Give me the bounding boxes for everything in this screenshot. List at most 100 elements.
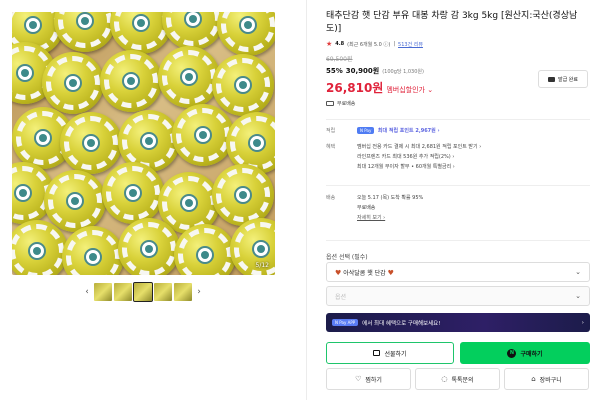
- unit-price: (100g당 1,030원): [382, 69, 424, 75]
- persimmon: [102, 162, 164, 224]
- divider: [326, 185, 590, 186]
- gift-icon: [373, 350, 381, 356]
- thumbnail-4[interactable]: [154, 283, 172, 301]
- fruit-sticker: [252, 240, 270, 258]
- option-select-2[interactable]: 옵션 ⌄: [326, 286, 590, 306]
- fruit-sticker: [66, 192, 84, 210]
- chevron-down-icon: ⌄: [575, 292, 581, 300]
- banner-text: 에서 최대 혜택으로 구매해보세요!: [362, 320, 441, 327]
- buy-button-label: 구매하기: [520, 350, 543, 358]
- discount-rate: 55%: [326, 67, 343, 75]
- fruit-sticker: [180, 194, 198, 212]
- fruit-sticker: [64, 74, 82, 92]
- fruit-sticker: [122, 72, 140, 90]
- thumbnail-strip: ‹ ›: [82, 282, 204, 302]
- member-price: 26,810원: [326, 81, 384, 95]
- persimmon: [42, 52, 104, 114]
- option-selected-text: 아삭달콤 햇 단감: [343, 269, 386, 277]
- benefit-line-3[interactable]: 최대 12개월 무이자 할부 • 60개월 특별금리 ›: [357, 162, 590, 172]
- original-price: 69,500원: [326, 56, 353, 63]
- product-main-image[interactable]: 5/12: [12, 12, 275, 275]
- rating-score: 4.8: [335, 41, 345, 47]
- fruit-sticker: [34, 129, 52, 147]
- fruit-sticker: [28, 242, 46, 260]
- gift-button[interactable]: 선물하기: [326, 342, 454, 364]
- talk-button-label: 톡톡문의: [451, 376, 474, 384]
- star-icon: ★: [326, 40, 333, 48]
- gift-button-label: 선물하기: [384, 350, 407, 358]
- thumbnail-5[interactable]: [174, 283, 192, 301]
- heart-icon: ♥: [387, 268, 394, 277]
- talk-inquiry-button[interactable]: ◌ 톡톡문의: [415, 368, 500, 390]
- sale-price: 30,900원: [345, 67, 380, 75]
- member-price-label[interactable]: 멤버십할인가 ⌄: [386, 85, 433, 95]
- point-row: 적립 N Pay 최대 적립 포인트 2,967원 ›: [326, 126, 590, 136]
- option-placeholder: 옵션: [335, 293, 347, 301]
- thumbnail-2[interactable]: [114, 283, 132, 301]
- fruit-sticker: [24, 16, 42, 34]
- max-point-link[interactable]: 최대 적립 포인트 2,967원 ›: [378, 128, 440, 134]
- delivery-row: 배송 오늘 5.17 (목) 도착 확률 95% 무료배송 자세히 보기 ›: [326, 193, 590, 223]
- heart-outline-icon: ♡: [355, 375, 362, 383]
- persimmon: [212, 164, 274, 226]
- rating-row: ★ 4.8 (최근 6개월 5.0 ⓘ) | 513건 리뷰: [326, 40, 590, 48]
- fruit-sticker: [124, 184, 142, 202]
- divider: [326, 119, 590, 120]
- chevron-right-icon[interactable]: ›: [194, 287, 204, 297]
- persimmon: [158, 46, 220, 108]
- option-select-1[interactable]: ♥ 아삭달콤 햇 단감 ♥ ⌄: [326, 262, 590, 282]
- fruit-sticker: [180, 68, 198, 86]
- persimmon: [172, 104, 234, 166]
- product-title: 태추단감 햇 단감 부유 대봉 차랑 감 3kg 5kg [원산지:국산(경상남…: [326, 11, 578, 34]
- chevron-left-icon[interactable]: ‹: [82, 287, 92, 297]
- fruit-sticker: [234, 186, 252, 204]
- truck-icon: [326, 101, 334, 106]
- persimmon: [118, 218, 180, 275]
- persimmon: [100, 50, 162, 112]
- column-divider: [306, 0, 307, 400]
- fruit-sticker: [14, 184, 32, 202]
- divider: [326, 240, 590, 241]
- delivery-line-2: 무료배송: [357, 205, 376, 211]
- review-count-link[interactable]: 513건 리뷰: [398, 41, 423, 48]
- wish-button[interactable]: ♡ 찜하기: [326, 368, 411, 390]
- image-counter: 5/12: [255, 262, 269, 269]
- coupon-button-label: 발급 완료: [558, 76, 578, 83]
- fruit-sticker: [196, 246, 214, 264]
- persimmon: [212, 54, 274, 116]
- fruit-sticker: [76, 12, 94, 30]
- heart-icon: ♥: [335, 268, 342, 277]
- thumbnail-1[interactable]: [94, 283, 112, 301]
- coupon-button[interactable]: 발급 완료: [538, 70, 588, 88]
- npay-app-badge: N Pay APP: [332, 319, 359, 326]
- fruit-sticker: [239, 16, 257, 34]
- chat-icon: ◌: [441, 375, 448, 383]
- chevron-down-icon: ⌄: [575, 268, 581, 276]
- rating-detail: (최근 6개월 5.0 ⓘ): [347, 41, 391, 48]
- point-label: 적립: [326, 128, 336, 134]
- npay-badge: N Pay: [357, 127, 375, 134]
- cart-button-label: 장바구니: [539, 376, 562, 384]
- benefit-row: 혜택 멤버십 전용 카드 결제 시 최대 2,681원 적립 포인트 받기 › …: [326, 142, 590, 172]
- thumbnail-3[interactable]: [133, 282, 153, 302]
- wish-button-label: 찜하기: [365, 376, 382, 384]
- benefit-label: 혜택: [326, 144, 336, 150]
- benefit-line-2[interactable]: 라인프렌즈 카드 최대 536원 추가 적립(2%) ›: [357, 152, 590, 162]
- coupon-icon: [548, 76, 555, 82]
- delivery-detail-link[interactable]: 자세히 보기 ›: [357, 213, 590, 223]
- cart-button[interactable]: ⌂ 장바구니: [504, 368, 589, 390]
- fruit-sticker: [194, 126, 212, 144]
- product-info: 태추단감 햇 단감 부유 대봉 차랑 감 3kg 5kg [원산지:국산(경상남…: [326, 10, 590, 107]
- option-label: 옵션 선택 (필수): [326, 254, 368, 261]
- delivery-line-1: 오늘 5.17 (목) 도착 확률 95%: [357, 195, 424, 201]
- benefit-line-1[interactable]: 멤버십 전용 카드 결제 시 최대 2,681원 적립 포인트 받기 ›: [357, 142, 590, 152]
- npay-app-banner[interactable]: N Pay APP 에서 최대 혜택으로 구매해보세요! ›: [326, 313, 590, 332]
- shipping-text: 무료배송: [337, 101, 356, 107]
- fruit-sticker: [248, 134, 266, 152]
- buy-button[interactable]: N 구매하기: [460, 342, 590, 364]
- fruit-sticker: [234, 76, 252, 94]
- fruit-sticker: [82, 134, 100, 152]
- fruit-sticker: [140, 132, 158, 150]
- fruit-sticker: [132, 14, 150, 32]
- chevron-right-icon: ›: [581, 319, 584, 326]
